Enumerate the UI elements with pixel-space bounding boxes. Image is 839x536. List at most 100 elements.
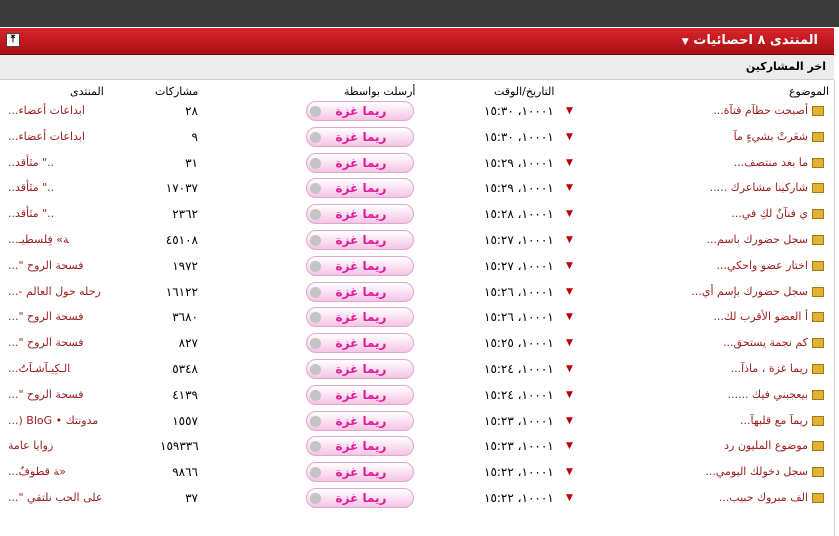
collapse-toggle-icon[interactable]: ⤒ — [6, 33, 20, 47]
poster-badge[interactable]: ريما غزة — [306, 230, 414, 250]
poster-name[interactable]: ريما غزة — [307, 205, 415, 223]
topic-cell[interactable]: الف مبروك حبيب... — [719, 486, 824, 510]
forum-link[interactable]: ابداعات أعضاء... — [8, 125, 85, 149]
forum-link[interactable]: فسحة الروح "... — [8, 254, 84, 278]
topic-link[interactable]: كم نجمة يستحق... — [723, 336, 808, 349]
forum-link[interactable]: فسحة الروح "... — [8, 305, 84, 329]
topic-cell[interactable]: سجل حضورك باسم... — [707, 228, 824, 252]
topic-link[interactable]: أصبحت حطآم فتآة... — [713, 104, 808, 117]
poster-name[interactable]: ريما غزة — [307, 334, 415, 352]
poster-badge[interactable]: ريما غزة — [306, 488, 414, 508]
poster-badge[interactable]: ريما غزة — [306, 359, 414, 379]
topic-cell[interactable]: بيعجبني فيك ...... — [728, 383, 824, 407]
topic-cell[interactable]: سجل حضورك بإسم أي... — [691, 280, 824, 304]
go-to-last-post-icon[interactable]: ▼ — [566, 434, 573, 458]
poster-badge[interactable]: ريما غزة — [306, 256, 414, 276]
poster-name[interactable]: ريما غزة — [307, 437, 415, 455]
poster-name[interactable]: ريما غزة — [307, 128, 415, 146]
forum-link[interactable]: .." مٿأقد.. — [8, 151, 54, 175]
topic-link[interactable]: الف مبروك حبيب... — [719, 491, 808, 504]
poster-badge[interactable]: ريما غزة — [306, 127, 414, 147]
go-to-last-post-icon[interactable]: ▼ — [566, 125, 573, 149]
poster-badge[interactable]: ريما غزة — [306, 411, 414, 431]
poster-badge[interactable]: ريما غزة — [306, 436, 414, 456]
poster-badge[interactable]: ريما غزة — [306, 282, 414, 302]
topic-cell[interactable]: أصبحت حطآم فتآة... — [713, 99, 824, 123]
go-to-last-post-icon[interactable]: ▼ — [566, 486, 573, 510]
poster-badge[interactable]: ريما غزة — [306, 307, 414, 327]
topic-cell[interactable]: شعَرتْ بشيءٍ مآ — [734, 125, 824, 149]
dropdown-arrow-icon[interactable]: ▼ — [682, 37, 689, 47]
forum-link[interactable]: ﺔ» فِلسطيـ... — [8, 228, 69, 252]
topic-link[interactable]: أ العضو الأقرب لك... — [713, 310, 808, 323]
forum-link[interactable]: ابداعات أعضاء... — [8, 99, 85, 123]
topic-cell[interactable]: موضوع المليون رد — [724, 434, 824, 458]
go-to-last-post-icon[interactable]: ▼ — [566, 99, 573, 123]
forum-link[interactable]: رحله حول العالم -... — [8, 280, 101, 304]
topic-link[interactable]: ريما غزة ، ماذآ... — [731, 362, 808, 375]
go-to-last-post-icon[interactable]: ▼ — [566, 305, 573, 329]
poster-name[interactable]: ريما غزة — [307, 102, 415, 120]
poster-name[interactable]: ريما غزة — [307, 179, 415, 197]
poster-badge[interactable]: ريما غزة — [306, 204, 414, 224]
topic-link[interactable]: سجل حضورك باسم... — [707, 233, 808, 246]
poster-badge[interactable]: ريما غزة — [306, 385, 414, 405]
topic-cell[interactable]: كم نجمة يستحق... — [723, 331, 824, 355]
forum-link[interactable]: زوايا عامة — [8, 434, 53, 458]
forum-link[interactable]: الـكِيـآشـآتُ... — [8, 357, 70, 381]
topic-cell[interactable]: اختار عضو واحكي... — [716, 254, 824, 278]
poster-badge[interactable]: ريما غزة — [306, 462, 414, 482]
topic-link[interactable]: سجل دخولك اليومي... — [705, 465, 808, 478]
forum-link[interactable]: فسحة الروح "... — [8, 383, 84, 407]
topic-cell[interactable]: ريما غزة ، ماذآ... — [731, 357, 824, 381]
poster-name[interactable]: ريما غزة — [307, 257, 415, 275]
topic-link[interactable]: بيعجبني فيك ...... — [728, 388, 808, 401]
folder-icon — [812, 364, 824, 374]
go-to-last-post-icon[interactable]: ▼ — [566, 409, 573, 433]
stats-title[interactable]: المنتدى ٨ احصائيات ▼ — [678, 28, 818, 54]
poster-badge[interactable]: ريما غزة — [306, 178, 414, 198]
topic-cell[interactable]: شاركينا مشاعرك ..... — [710, 176, 824, 200]
topic-link[interactable]: شاركينا مشاعرك ..... — [710, 181, 808, 194]
go-to-last-post-icon[interactable]: ▼ — [566, 331, 573, 355]
topic-link[interactable]: موضوع المليون رد — [724, 439, 808, 452]
go-to-last-post-icon[interactable]: ▼ — [566, 357, 573, 381]
topic-link[interactable]: شعَرتْ بشيءٍ مآ — [734, 130, 808, 143]
poster-badge[interactable]: ريما غزة — [306, 101, 414, 121]
go-to-last-post-icon[interactable]: ▼ — [566, 383, 573, 407]
poster-name[interactable]: ريما غزة — [307, 412, 415, 430]
poster-name[interactable]: ريما غزة — [307, 283, 415, 301]
topic-cell[interactable]: سجل دخولك اليومي... — [705, 460, 824, 484]
poster-name[interactable]: ريما غزة — [307, 154, 415, 172]
topic-link[interactable]: سجل حضورك بإسم أي... — [691, 285, 808, 298]
topic-link[interactable]: ي فنآنٌ لكِ في... — [731, 207, 808, 220]
topic-cell[interactable]: أ العضو الأقرب لك... — [713, 305, 824, 329]
poster-badge[interactable]: ريما غزة — [306, 333, 414, 353]
forum-link[interactable]: .." مٿأقد.. — [8, 176, 54, 200]
topic-link[interactable]: اختار عضو واحكي... — [716, 259, 808, 272]
forum-link[interactable]: فسحة الروح "... — [8, 331, 84, 355]
go-to-last-post-icon[interactable]: ▼ — [566, 202, 573, 226]
go-to-last-post-icon[interactable]: ▼ — [566, 151, 573, 175]
topic-link[interactable]: ريمآ مع قلبهآ... — [740, 414, 808, 427]
topic-cell[interactable]: ما بعد منتصف... — [734, 151, 824, 175]
go-to-last-post-icon[interactable]: ▼ — [566, 460, 573, 484]
forum-link[interactable]: «ﺔ قطوفٌ... — [8, 460, 66, 484]
topic-cell[interactable]: ي فنآنٌ لكِ في... — [731, 202, 824, 226]
topic-cell[interactable]: ريمآ مع قلبهآ... — [740, 409, 824, 433]
poster-name[interactable]: ريما غزة — [307, 360, 415, 378]
go-to-last-post-icon[interactable]: ▼ — [566, 176, 573, 200]
topic-link[interactable]: ما بعد منتصف... — [734, 156, 808, 169]
poster-name[interactable]: ريما غزة — [307, 463, 415, 481]
poster-name[interactable]: ريما غزة — [307, 489, 415, 507]
forum-link[interactable]: .." مٿأقد.. — [8, 202, 54, 226]
go-to-last-post-icon[interactable]: ▼ — [566, 280, 573, 304]
go-to-last-post-icon[interactable]: ▼ — [566, 228, 573, 252]
poster-badge[interactable]: ريما غزة — [306, 153, 414, 173]
poster-name[interactable]: ريما غزة — [307, 386, 415, 404]
poster-name[interactable]: ريما غزة — [307, 308, 415, 326]
go-to-last-post-icon[interactable]: ▼ — [566, 254, 573, 278]
poster-name[interactable]: ريما غزة — [307, 231, 415, 249]
forum-link[interactable]: مدونتك • BloG (... — [8, 409, 98, 433]
forum-link[interactable]: على الحب نلتقي "... — [8, 486, 102, 510]
